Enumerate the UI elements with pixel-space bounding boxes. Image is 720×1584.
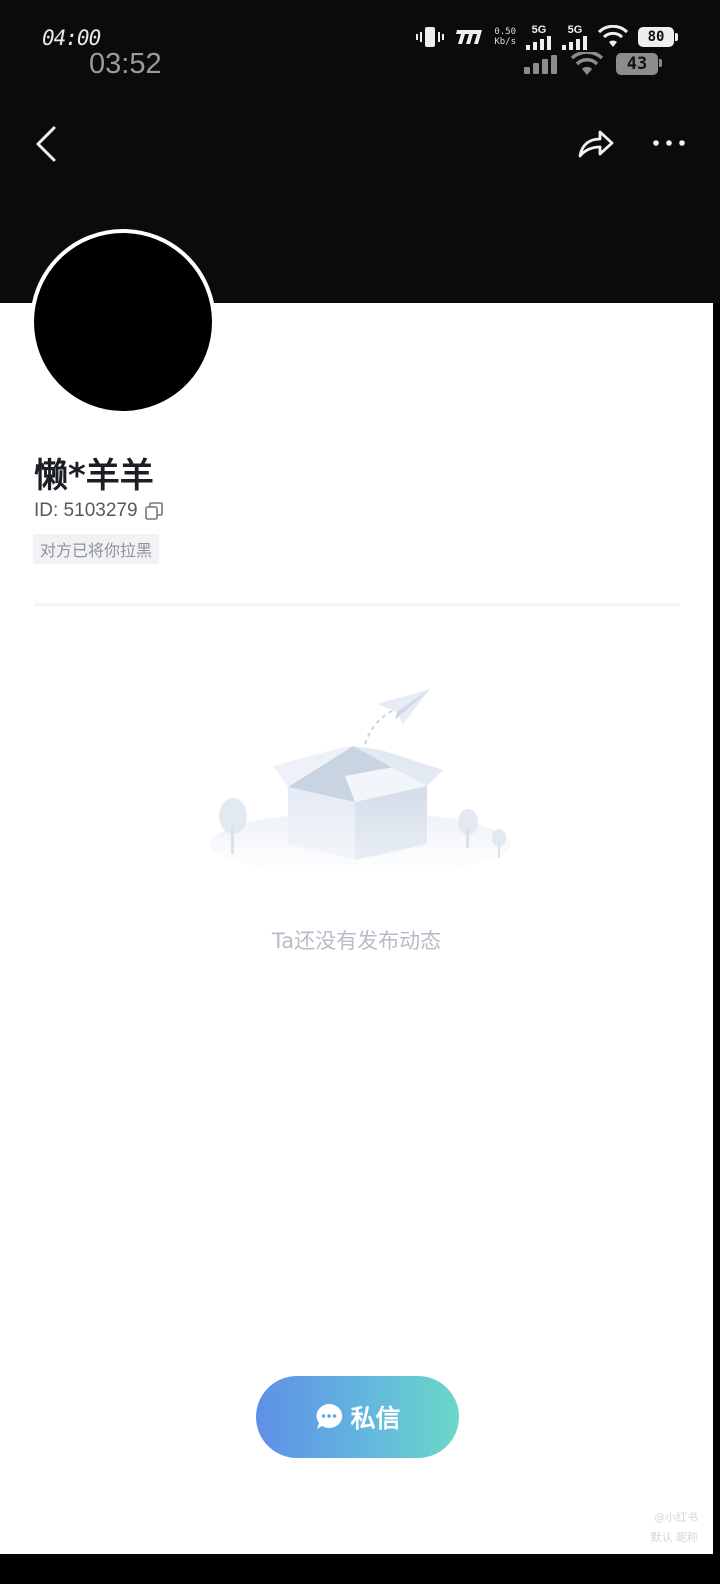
network-speed-unit: Kb/s [494,37,516,47]
wifi-icon [598,25,628,47]
signal-1: 5G [526,24,552,50]
signal-2-icon [562,36,587,50]
message-button-label: 私信 [350,1404,401,1433]
status-time: 04:00 [42,26,101,50]
nickname: 懒*羊羊 [34,456,154,496]
signal-2: 5G [562,24,588,50]
vibrate-icon [416,27,445,47]
signal-secondary-icon [524,55,557,74]
carrier-logo-icon [456,30,483,44]
message-button[interactable]: 私信 [256,1376,459,1458]
back-button[interactable] [30,122,64,166]
signal-2-label: 5G [567,24,583,36]
empty-box-illustration [210,689,510,872]
battery-indicator: 80 [638,27,678,47]
watermark-line-2: 默认 昵称 [650,1531,699,1544]
network-speed-value: 0.50 [494,27,516,37]
watermark-line-1: @小红书 [654,1511,698,1524]
status-time-secondary: 03:52 [89,48,162,80]
screen-edge [713,303,720,1554]
share-button[interactable] [576,126,616,162]
divider [34,603,680,606]
empty-state-text: Ta还没有发布动态 [271,929,442,953]
network-speed: 0.50 Kb/s [494,27,516,47]
bottom-edge [0,1554,720,1584]
status-icons: 0.50 Kb/s 5G 5G 80 [416,24,678,50]
wifi-secondary-icon [570,52,604,75]
watermark: @小红书 默认 昵称 [651,1508,699,1548]
battery-indicator-secondary: 43 [616,53,662,75]
signal-1-label: 5G [531,24,547,36]
avatar[interactable] [30,229,216,415]
signal-1-icon [526,36,551,50]
chat-bubble-icon [317,1403,343,1429]
more-options-button[interactable] [651,130,691,156]
status-icons-secondary: 43 [524,52,662,76]
user-id-row: ID: 5103279 [34,500,164,522]
blocked-status-badge: 对方已将你拉黑 [33,534,160,564]
copy-icon[interactable] [144,501,164,521]
profile-screen: 04:00 0.50 Kb/s 5G 5G 80 03:52 43 懒*羊羊 I… [0,0,720,1584]
user-id: ID: 5103279 [34,500,138,521]
